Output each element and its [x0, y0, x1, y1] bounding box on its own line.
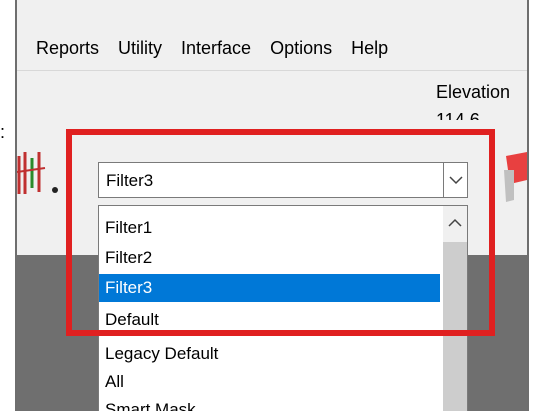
menu-help[interactable]: Help — [351, 38, 388, 59]
dropdown-option-filter1[interactable]: Filter1 — [99, 214, 440, 242]
menu-interface[interactable]: Interface — [181, 38, 251, 59]
dropdown-option-all[interactable]: All — [99, 368, 440, 396]
chevron-down-icon[interactable] — [443, 163, 467, 197]
menu-utility[interactable]: Utility — [118, 38, 162, 59]
filter-combobox-value: Filter3 — [106, 171, 154, 190]
scrollbar-thumb[interactable] — [443, 242, 467, 411]
menu-bar: Reports Utility Interface Options Help — [17, 28, 527, 68]
elevation-label: Elevation — [436, 82, 511, 102]
grid-tool-icon[interactable] — [16, 150, 61, 196]
dropdown-option-smart-mask[interactable]: Smart Mask — [99, 396, 440, 411]
dropdown-option-filter2[interactable]: Filter2 — [99, 244, 440, 272]
dropdown-option-filter3[interactable]: Filter3 — [99, 274, 440, 302]
left-margin — [0, 0, 15, 411]
filter-combobox[interactable]: Filter3 — [98, 162, 468, 198]
dropdown-option-legacy-default[interactable]: Legacy Default — [99, 340, 440, 368]
elevation-value: 114.6 — [436, 110, 480, 120]
menu-options[interactable]: Options — [270, 38, 332, 59]
chevron-up-icon[interactable] — [443, 206, 467, 240]
dropdown-scrollbar[interactable] — [443, 206, 467, 411]
dropdown-option-default[interactable]: Default — [99, 306, 440, 334]
menu-reports[interactable]: Reports — [36, 38, 99, 59]
filter-dropdown-list: Filter1 Filter2 Filter3 Default Legacy D… — [98, 205, 468, 411]
map-tool-icon[interactable] — [500, 150, 527, 204]
menu-separator — [17, 70, 527, 71]
right-margin — [529, 0, 536, 411]
colon-mark: : — [0, 122, 6, 142]
